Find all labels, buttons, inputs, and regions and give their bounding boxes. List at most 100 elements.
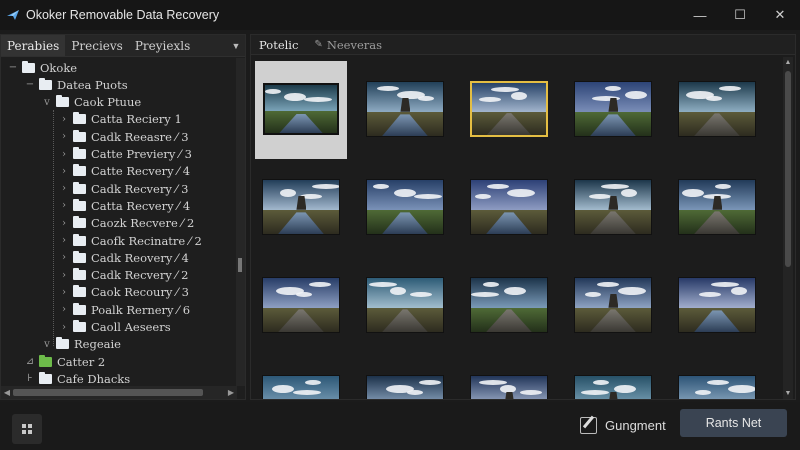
tree-hscroll-thumb[interactable] bbox=[13, 389, 203, 396]
tree-item[interactable]: › Cadk Recvery ⁄ 3 bbox=[58, 180, 188, 197]
tree-item-label: Cadk Recvery ⁄ 3 bbox=[91, 181, 189, 196]
tree-scroll-thumb[interactable] bbox=[238, 258, 242, 272]
tree-item[interactable]: › Catte Previery ⁄ 3 bbox=[58, 146, 192, 163]
folder-tree-pane: Perabies Precievs Preyiexls ▼ − Okoke − Dat… bbox=[0, 34, 246, 400]
thumbnail-item[interactable] bbox=[359, 355, 451, 399]
folder-icon bbox=[73, 181, 86, 194]
thumbnail-item[interactable] bbox=[255, 61, 347, 159]
tree-item[interactable]: v Caok Ptuue bbox=[41, 94, 141, 111]
scroll-right-icon[interactable]: ▶ bbox=[225, 388, 237, 397]
tree-item[interactable]: › Caozk Recvere ⁄ 2 bbox=[58, 215, 194, 232]
landscape-photo bbox=[366, 277, 444, 333]
landscape-photo bbox=[470, 81, 548, 137]
tree-toggle-icon[interactable]: − bbox=[7, 62, 19, 73]
close-button[interactable]: ✕ bbox=[760, 0, 800, 30]
tree-toggle-icon[interactable]: ⊦ bbox=[24, 373, 36, 384]
tree-toggle-icon[interactable]: v bbox=[41, 339, 53, 350]
tree-toggle-icon[interactable]: › bbox=[58, 304, 70, 315]
tree-toggle-icon[interactable]: v bbox=[41, 97, 53, 108]
tree-item[interactable]: − Datea Puots bbox=[24, 76, 128, 93]
folder-icon bbox=[73, 129, 86, 142]
tree-toggle-icon[interactable]: › bbox=[58, 218, 70, 229]
tree-toggle-icon[interactable]: › bbox=[58, 166, 70, 177]
tree-item[interactable]: › Catte Recvery ⁄ 4 bbox=[58, 163, 190, 180]
tree-item-label: Caozk Recvere ⁄ 2 bbox=[91, 216, 195, 231]
scroll-up-icon[interactable]: ▲ bbox=[783, 59, 793, 66]
tree-vertical-scrollbar[interactable] bbox=[236, 58, 245, 386]
thumbnail-item[interactable] bbox=[359, 257, 451, 355]
tree-item[interactable]: › Caoll Aeseers bbox=[58, 319, 171, 336]
tree-toggle-icon[interactable]: − bbox=[24, 79, 36, 90]
folder-icon bbox=[73, 302, 86, 315]
folder-icon bbox=[56, 337, 69, 350]
tab-neeveras[interactable]: ✎ Neeveras bbox=[314, 38, 382, 52]
tree-toggle-icon[interactable]: › bbox=[58, 114, 70, 125]
tree-toggle-icon[interactable]: › bbox=[58, 270, 70, 281]
tab-perabies[interactable]: Perabies bbox=[1, 35, 66, 56]
tree-toggle-icon[interactable]: › bbox=[58, 183, 70, 194]
scroll-down-icon[interactable]: ▼ bbox=[783, 390, 793, 397]
gungment-toggle[interactable]: Gungment bbox=[580, 412, 666, 438]
thumbnail-item[interactable] bbox=[255, 159, 347, 257]
grid-vertical-scrollbar[interactable]: ▲ ▼ bbox=[783, 57, 793, 399]
thumbnail-item[interactable] bbox=[359, 61, 451, 159]
scroll-left-icon[interactable]: ◀ bbox=[1, 388, 13, 397]
tree-item[interactable]: › Poalk Rernery ⁄ 6 bbox=[58, 301, 190, 318]
thumbnail-item[interactable] bbox=[567, 159, 659, 257]
landscape-photo bbox=[678, 277, 756, 333]
tree-item-label: Cafe Dhacks bbox=[57, 371, 131, 386]
thumbnail-item[interactable] bbox=[463, 159, 555, 257]
grid-view-button[interactable] bbox=[12, 414, 42, 444]
thumbnail-item[interactable] bbox=[463, 61, 555, 159]
tree-item-label: Cadk Recvery ⁄ 2 bbox=[91, 268, 189, 283]
folder-icon bbox=[39, 354, 52, 367]
tree-item[interactable]: − Okoke bbox=[7, 59, 77, 76]
thumbnail-item[interactable] bbox=[671, 257, 763, 355]
rants-net-button[interactable]: Rants Net bbox=[680, 409, 787, 437]
tree-toggle-icon[interactable]: › bbox=[58, 131, 70, 142]
grid-scroll-thumb[interactable] bbox=[785, 71, 791, 267]
tree-item[interactable]: › Cadk Reeasre ⁄ 3 bbox=[58, 128, 189, 145]
tree-item[interactable]: › Cadk Reovery ⁄ 4 bbox=[58, 249, 189, 266]
landscape-photo bbox=[470, 179, 548, 235]
thumbnail-item[interactable] bbox=[463, 257, 555, 355]
tree-item[interactable]: › Caofk Recinatre ⁄ 2 bbox=[58, 232, 202, 249]
tab-potelic[interactable]: Potelic bbox=[259, 38, 298, 52]
maximize-button[interactable]: ☐ bbox=[720, 0, 760, 30]
folder-icon bbox=[39, 371, 52, 384]
thumbnail-item[interactable] bbox=[359, 159, 451, 257]
tree-item[interactable]: › Catta Recvery ⁄ 4 bbox=[58, 197, 190, 214]
tree-item[interactable]: › Catta Reciery 1 bbox=[58, 111, 182, 128]
landscape-photo bbox=[263, 83, 339, 135]
thumbnail-item[interactable] bbox=[255, 355, 347, 399]
thumbnail-item[interactable] bbox=[255, 257, 347, 355]
minimize-button[interactable]: — bbox=[680, 0, 720, 30]
tree-item-label: Catte Recvery ⁄ 4 bbox=[91, 164, 191, 179]
thumbnail-item[interactable] bbox=[567, 355, 659, 399]
tree-item[interactable]: ⊦ Cafe Dhacks bbox=[24, 370, 130, 386]
tree-toggle-icon[interactable]: › bbox=[58, 235, 70, 246]
thumbnail-item[interactable] bbox=[567, 61, 659, 159]
tree-toggle-icon[interactable]: ⊿ bbox=[24, 356, 36, 367]
tree-toggle-icon[interactable]: › bbox=[58, 322, 70, 333]
tree-toggle-icon[interactable]: › bbox=[58, 252, 70, 263]
tree-toggle-icon[interactable]: › bbox=[58, 200, 70, 211]
thumbnail-grid bbox=[255, 61, 775, 399]
tree-horizontal-scrollbar[interactable]: ◀ ▶ bbox=[1, 386, 237, 399]
tree-item[interactable]: › Caok Recoury ⁄ 3 bbox=[58, 284, 189, 301]
thumbnail-item[interactable] bbox=[567, 257, 659, 355]
thumbnail-item[interactable] bbox=[671, 355, 763, 399]
folder-icon bbox=[73, 164, 86, 177]
tree-toggle-icon[interactable]: › bbox=[58, 287, 70, 298]
folder-icon bbox=[73, 147, 86, 159]
preview-tab-bar: Potelic ✎ Neeveras bbox=[251, 35, 795, 55]
tree-item[interactable]: › Cadk Recvery ⁄ 2 bbox=[58, 267, 188, 284]
tree-toggle-icon[interactable]: › bbox=[58, 149, 70, 160]
tab-preyiexls[interactable]: Preyiexls bbox=[129, 35, 196, 56]
tab-precievs[interactable]: Precievs bbox=[65, 35, 129, 56]
tree-item[interactable]: ⊿ Catter 2 bbox=[24, 353, 105, 370]
tab-dropdown-icon[interactable]: ▼ bbox=[227, 35, 245, 56]
thumbnail-item[interactable] bbox=[671, 61, 763, 159]
thumbnail-item[interactable] bbox=[671, 159, 763, 257]
thumbnail-item[interactable] bbox=[463, 355, 555, 399]
